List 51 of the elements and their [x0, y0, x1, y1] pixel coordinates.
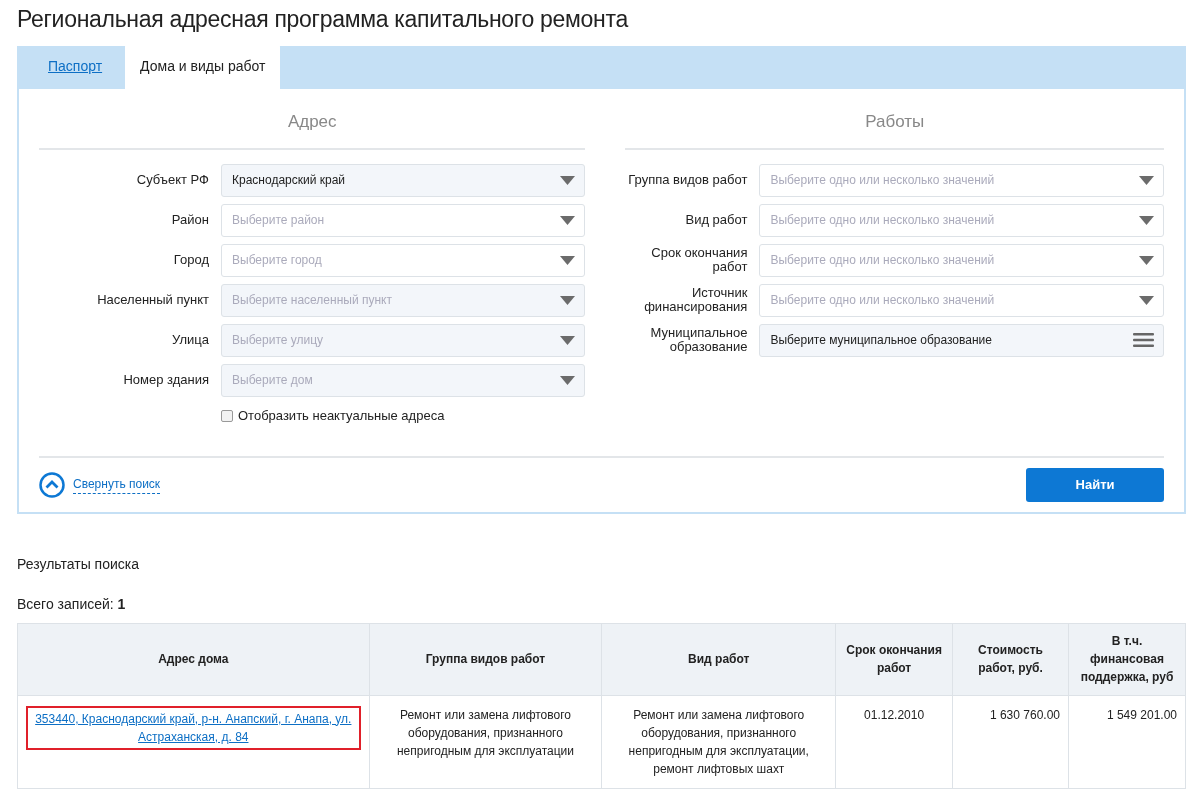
caret-icon: [1139, 175, 1154, 185]
caret-icon: [560, 255, 576, 265]
field-label: Номер здания: [122, 372, 210, 388]
caret-icon: [560, 215, 576, 225]
field-label: Населенный пункт: [96, 292, 210, 308]
page-title: Региональная адресная программа капитального ремонта: [17, 6, 630, 34]
tab[interactable]: Паспорт: [33, 43, 118, 89]
column-header: Срок окончания работ: [835, 623, 953, 696]
chevron-up-icon: [39, 471, 65, 498]
caret-icon: [560, 375, 576, 385]
table-cell: 1 549 201.00: [1068, 695, 1186, 789]
column-header: Группа видов работ: [369, 623, 602, 696]
results-heading: Результаты поиска: [17, 554, 141, 574]
caret-icon: [560, 335, 576, 345]
select-field[interactable]: Выберите город: [221, 243, 586, 277]
total-records: Всего записей: 1: [17, 594, 127, 614]
checkbox-label: Отобразить неактуальные адреса: [238, 407, 445, 426]
collapse-search-link[interactable]: Свернуть поиск: [73, 475, 161, 495]
caret-icon: [1139, 255, 1154, 265]
caret-icon: [1139, 215, 1154, 225]
field-label: Группа видов работ: [627, 172, 749, 188]
select-field[interactable]: Выберите одно или несколько значений: [759, 243, 1164, 277]
search-button[interactable]: Найти: [1026, 467, 1164, 502]
field-label: Вид работ: [684, 212, 749, 228]
table-cell: 01.12.2010: [835, 695, 953, 789]
section-heading: Адрес: [39, 88, 586, 151]
column-header: В т.ч. финансовая поддержка, руб: [1068, 623, 1186, 696]
caret-icon: [560, 175, 576, 185]
column-header: Стоимость работ, руб.: [952, 623, 1069, 696]
field-label: Улица: [171, 332, 210, 348]
field-label: Срок окончания работ: [650, 245, 749, 275]
caret-icon: [1139, 295, 1154, 305]
field-label: Источник финансирования: [643, 285, 749, 315]
column-header: Адрес дома: [17, 623, 370, 696]
caret-icon: [560, 295, 576, 305]
column-header: Вид работ: [601, 623, 836, 696]
section-heading: Работы: [625, 88, 1164, 151]
field-label: Муниципальное образование: [649, 325, 749, 355]
field-label: Район: [170, 212, 210, 228]
table-cell: Ремонт или замена лифтового оборудования, признанного непригодным для эксплуатации, ремонт лифтовых шахт: [601, 695, 836, 789]
field-label: Субъект РФ: [135, 172, 210, 188]
checkbox[interactable]: [221, 409, 233, 422]
tab[interactable]: Дома и виды работ: [125, 43, 281, 89]
table-cell: Ремонт или замена лифтового оборудования, признанного непригодным для эксплуатации: [369, 695, 602, 789]
select-field[interactable]: Выберите район: [221, 203, 586, 237]
select-field[interactable]: Выберите одно или несколько значений: [759, 163, 1164, 197]
field-label: Город: [172, 252, 210, 268]
table-cell: 1 630 760.00: [952, 695, 1069, 789]
menu-icon: [1133, 333, 1154, 348]
select-field[interactable]: Выберите одно или несколько значений: [759, 203, 1164, 237]
select-field[interactable]: Выберите одно или несколько значений: [759, 283, 1164, 317]
